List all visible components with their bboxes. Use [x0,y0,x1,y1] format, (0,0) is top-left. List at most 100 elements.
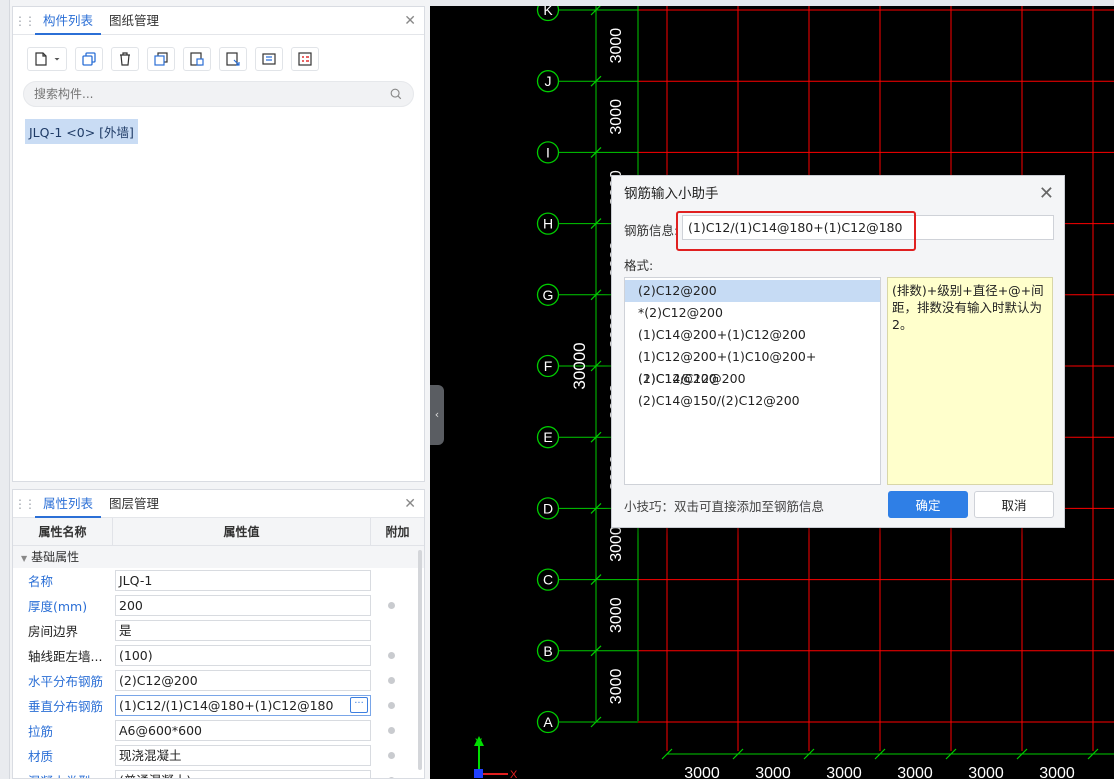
dimension-bottom-label: 3000 [755,765,791,779]
property-group-basic[interactable]: ▼ 基础属性 [13,546,424,568]
add-toggle-dot[interactable] [387,602,395,609]
property-value-field[interactable]: (1)C12/(1)C14@180+(1)C12@180 ··· [115,695,371,716]
add-toggle-dot[interactable] [387,652,395,659]
property-row[interactable]: 混凝土类型 (普通混凝土) [13,768,424,778]
property-value-field[interactable]: (2)C12@200 [115,670,371,691]
format-item[interactable]: *(2)C12@200 [625,302,880,324]
property-name: 厚度(mm) [28,599,88,614]
list-button[interactable] [291,47,319,71]
confirm-button[interactable]: 确定 [888,491,968,518]
delete-icon [120,52,130,66]
dimension-bottom-label: 3000 [968,765,1004,779]
property-value-text: (1)C12/(1)C14@180+(1)C12@180 [119,698,334,713]
dialog-title: 钢筋输入小助手 [624,186,719,202]
component-list-item[interactable]: JLQ-1 <0> [外墙] [25,119,138,144]
property-value-field[interactable]: 现浇混凝土 [115,745,371,766]
delete-button[interactable] [111,47,139,71]
property-row[interactable]: 材质 现浇混凝土 [13,743,424,768]
new-component-icon [35,52,47,66]
property-icon [262,53,276,65]
property-add-cell [371,602,411,609]
property-value-field[interactable]: JLQ-1 [115,570,371,591]
column-header-add: 附加 [385,525,410,539]
dimension-bottom-label: 3000 [1039,765,1075,779]
property-name: 水平分布钢筋 [28,674,104,689]
property-row[interactable]: 垂直分布钢筋 (1)C12/(1)C14@180+(1)C12@180 ··· [13,693,424,718]
axis-label: J [545,73,552,89]
property-row[interactable]: 房间边界 是 [13,618,424,643]
drag-grip-icon[interactable]: ⋮⋮ [13,497,36,511]
dimension-bottom-label: 3000 [826,765,862,779]
axis-label: B [543,643,552,659]
drag-grip-icon[interactable]: ⋮⋮ [13,14,36,28]
search-icon[interactable] [389,87,403,101]
floor-copy-icon [190,52,204,66]
property-value-field[interactable]: (100) [115,645,371,666]
left-edge-strip [0,0,10,779]
axis-label: I [546,144,550,160]
chevron-down-icon [54,58,60,61]
add-toggle-dot[interactable] [387,752,395,759]
property-value-field[interactable]: 200 [115,595,371,616]
ellipsis-button[interactable]: ··· [350,697,368,713]
property-button[interactable] [255,47,283,71]
tab-component-list[interactable]: 构件列表 [35,7,102,35]
property-add-cell [371,652,411,659]
import-button[interactable] [219,47,247,71]
property-row[interactable]: 拉筋 A6@600*600 [13,718,424,743]
format-item[interactable]: (1)C14@200+(1)C12@200 [625,324,880,346]
property-name: 垂直分布钢筋 [28,699,104,714]
rebar-info-label: 钢筋信息: [624,223,679,238]
add-toggle-dot[interactable] [387,727,395,734]
new-component-button[interactable] [27,47,67,71]
tab-drawing-management[interactable]: 图纸管理 [101,7,167,35]
property-value-text: 是 [119,623,132,638]
property-name: 混凝土类型 [13,771,113,778]
property-value-field[interactable]: (普通混凝土) [115,770,371,778]
axis-label: D [543,500,553,516]
property-row[interactable]: 厚度(mm) 200 [13,593,424,618]
search-input[interactable] [34,87,389,101]
property-row[interactable]: 水平分布钢筋 (2)C12@200 [13,668,424,693]
duplicate-icon [154,52,168,66]
list-icon [298,52,312,66]
copy-button[interactable] [75,47,103,71]
property-row[interactable]: 轴线距左墙... (100) [13,643,424,668]
add-toggle-dot[interactable] [387,677,395,684]
column-header-value: 属性值 [113,518,371,545]
collapse-triangle-icon[interactable]: ▼ [21,554,27,563]
component-toolbar [13,35,424,75]
axis-label: E [543,429,552,445]
property-name: 拉筋 [28,724,54,739]
collapse-panel-button[interactable]: ‹ [430,385,444,445]
close-icon[interactable]: ✕ [1039,176,1054,212]
dimension-bottom-label: 3000 [897,765,933,779]
rebar-input-assistant-dialog: 钢筋输入小助手 ✕ 钢筋信息: 格式: (2)C12@200*(2)C12@20… [611,175,1065,528]
vertical-scrollbar[interactable] [418,550,422,770]
format-item[interactable]: (2)C14/C12@200 [625,368,880,390]
tab-property-list[interactable]: 属性列表 [35,490,102,518]
property-value-field[interactable]: 是 [115,620,371,641]
rebar-info-input[interactable] [682,215,1054,240]
property-value-field[interactable]: A6@600*600 [115,720,371,741]
format-item[interactable]: (2)C12@200 [625,280,880,302]
dimension-spacing-label: 3000 [608,99,625,135]
close-icon[interactable]: ✕ [404,13,416,29]
tab-layer-management[interactable]: 图层管理 [101,490,167,518]
ucs-x-label: X [510,769,518,779]
floor-copy-button[interactable] [183,47,211,71]
duplicate-button[interactable] [147,47,175,71]
axis-label: C [543,572,553,588]
add-toggle-dot[interactable] [387,702,395,709]
format-item[interactable]: (2)C14@150/(2)C12@200 [625,390,880,412]
format-item[interactable]: (1)C12@200+(1)C10@200+(1)C12@200 [625,346,880,386]
property-name: 房间边界 [28,624,79,639]
close-icon[interactable]: ✕ [404,496,416,512]
property-add-cell [371,727,411,734]
property-name: 材质 [28,749,54,764]
cancel-button[interactable]: 取消 [974,491,1054,518]
ucs-origin [474,769,483,778]
column-header-name: 属性名称 [13,518,113,545]
group-label: 基础属性 [31,550,80,564]
property-row[interactable]: 名称 JLQ-1 [13,568,424,593]
